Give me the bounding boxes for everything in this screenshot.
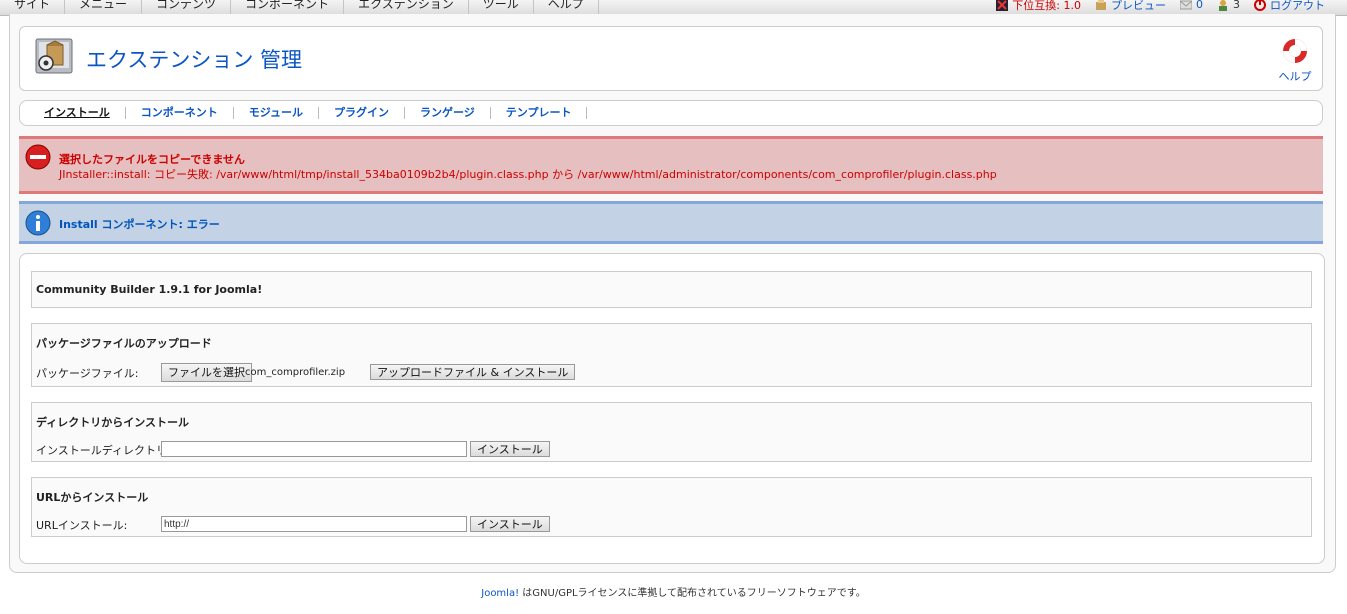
tab-templates[interactable]: テンプレート	[491, 107, 588, 119]
menu-help[interactable]: ヘルプ	[534, 0, 599, 15]
upload-label: パッケージファイル:	[36, 367, 139, 380]
legacy-status[interactable]: 下位互換: 1.0	[996, 0, 1081, 13]
info-message: Install コンポーネント: エラー	[19, 201, 1323, 244]
directory-title: ディレクトリからインストール	[36, 416, 190, 429]
tab-plugins[interactable]: プラグイン	[319, 107, 406, 119]
install-panel: Community Builder 1.9.1 for Joomla! パッケー…	[19, 253, 1325, 564]
upload-title: パッケージファイルのアップロード	[36, 337, 212, 350]
legacy-label: 下位互換: 1.0	[1012, 0, 1081, 12]
tab-modules[interactable]: モジュール	[234, 107, 320, 119]
footer-text: はGNU/GPLライセンスに準拠して配布されているフリーソフトウェアです。	[519, 588, 866, 599]
help-button[interactable]: ヘルプ	[1278, 37, 1312, 84]
url-label: URLインストール:	[36, 519, 128, 532]
error-title: 選択したファイルをコピーできません	[59, 153, 246, 166]
info-icon	[25, 210, 51, 236]
preview-link[interactable]: プレビュー	[1095, 0, 1166, 13]
users-icon	[1217, 0, 1229, 11]
logout-label: ログアウト	[1270, 0, 1325, 12]
legacy-icon	[996, 0, 1009, 11]
error-detail: JInstaller::install: コピー失敗: /var/www/htm…	[59, 168, 997, 181]
menu-components[interactable]: コンポーネント	[231, 0, 345, 15]
mail-icon	[1179, 0, 1193, 11]
directory-label: インストールディレクトリ:	[36, 444, 171, 457]
url-title: URLからインストール	[36, 491, 149, 504]
upload-section: パッケージファイルのアップロード パッケージファイル: ファイルを選択 com_…	[31, 323, 1312, 387]
menu-menus[interactable]: メニュー	[65, 0, 143, 15]
url-install-button[interactable]: インストール	[470, 516, 550, 532]
extension-manager-icon	[33, 36, 75, 76]
users-link[interactable]: 3	[1217, 0, 1240, 11]
help-lifebuoy-icon	[1283, 39, 1307, 63]
page-title: エクステンション 管理	[86, 48, 303, 72]
messages-link[interactable]: 0	[1179, 0, 1203, 11]
component-title: Community Builder 1.9.1 for Joomla!	[36, 283, 263, 296]
directory-section: ディレクトリからインストール インストールディレクトリ: インストール	[31, 402, 1312, 462]
url-input[interactable]	[161, 516, 467, 532]
tab-languages[interactable]: ランゲージ	[405, 107, 491, 119]
status-area: 下位互換: 1.0 プレビュー 0 3 ログアウト	[996, 0, 1325, 15]
directory-input[interactable]	[161, 441, 467, 457]
url-section: URLからインストール URLインストール: インストール	[31, 477, 1312, 537]
logout-icon	[1254, 0, 1266, 11]
preview-icon	[1095, 0, 1107, 11]
directory-install-button[interactable]: インストール	[470, 441, 550, 457]
joomla-link[interactable]: Joomla!	[481, 588, 519, 599]
footer: Joomla! はGNU/GPLライセンスに準拠して配布されているフリーソフトウ…	[0, 584, 1347, 599]
tab-install[interactable]: インストール	[20, 107, 126, 119]
info-text: Install コンポーネント: エラー	[59, 218, 220, 231]
help-label: ヘルプ	[1278, 70, 1312, 83]
choose-file-button[interactable]: ファイルを選択	[161, 363, 252, 382]
users-count: 3	[1233, 0, 1240, 11]
logout-link[interactable]: ログアウト	[1254, 0, 1325, 13]
menu-extensions[interactable]: エクステンション	[344, 0, 469, 15]
chosen-filename: com_comprofiler.zip	[245, 367, 346, 378]
messages-count: 0	[1196, 0, 1203, 11]
menu-site[interactable]: サイト	[0, 0, 66, 15]
page-header: エクステンション 管理 ヘルプ	[19, 26, 1323, 91]
menu-tools[interactable]: ツール	[469, 0, 534, 15]
preview-label: プレビュー	[1111, 0, 1166, 12]
menu-content[interactable]: コンテンツ	[142, 0, 232, 15]
component-result-box: Community Builder 1.9.1 for Joomla!	[31, 271, 1312, 308]
sub-menu: インストール コンポーネント モジュール プラグイン ランゲージ テンプレート	[19, 100, 1323, 126]
tab-components[interactable]: コンポーネント	[126, 107, 234, 119]
error-icon	[25, 144, 51, 170]
error-message: 選択したファイルをコピーできません JInstaller::install: コ…	[19, 136, 1323, 194]
main-menu: サイト メニュー コンテンツ コンポーネント エクステンション ツール ヘルプ	[0, 0, 599, 15]
upload-install-button[interactable]: アップロードファイル & インストール	[370, 364, 576, 380]
